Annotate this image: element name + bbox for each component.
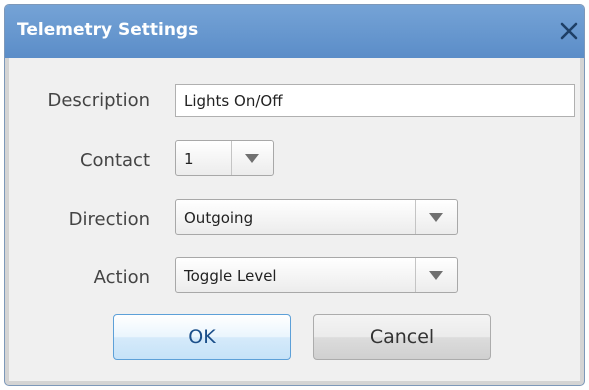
description-label: Description: [47, 90, 150, 111]
contact-select[interactable]: 1: [175, 140, 274, 176]
action-value: Toggle Level: [184, 267, 277, 285]
direction-select[interactable]: Outgoing: [175, 199, 458, 235]
description-input[interactable]: [175, 84, 575, 117]
close-button[interactable]: [558, 20, 580, 42]
action-label: Action: [93, 267, 150, 288]
ok-button[interactable]: OK: [113, 314, 291, 360]
action-dropdown-arrow[interactable]: [415, 258, 457, 292]
window-title: Telemetry Settings: [17, 20, 199, 40]
direction-value: Outgoing: [184, 209, 254, 227]
contact-label: Contact: [79, 150, 150, 171]
chevron-down-icon: [429, 271, 443, 280]
action-select[interactable]: Toggle Level: [175, 257, 458, 293]
chevron-down-icon: [429, 213, 443, 222]
dialog-body: Description Contact 1 Direction Outgoing…: [9, 58, 580, 381]
telemetry-settings-dialog: Telemetry Settings Description Contact 1…: [4, 4, 585, 386]
chevron-down-icon: [245, 154, 259, 163]
direction-dropdown-arrow[interactable]: [415, 200, 457, 234]
cancel-button[interactable]: Cancel: [313, 314, 491, 360]
contact-value: 1: [184, 150, 194, 168]
close-icon: [560, 22, 578, 40]
direction-label: Direction: [68, 209, 150, 230]
title-bar[interactable]: Telemetry Settings: [5, 5, 584, 58]
contact-dropdown-arrow[interactable]: [231, 141, 273, 175]
